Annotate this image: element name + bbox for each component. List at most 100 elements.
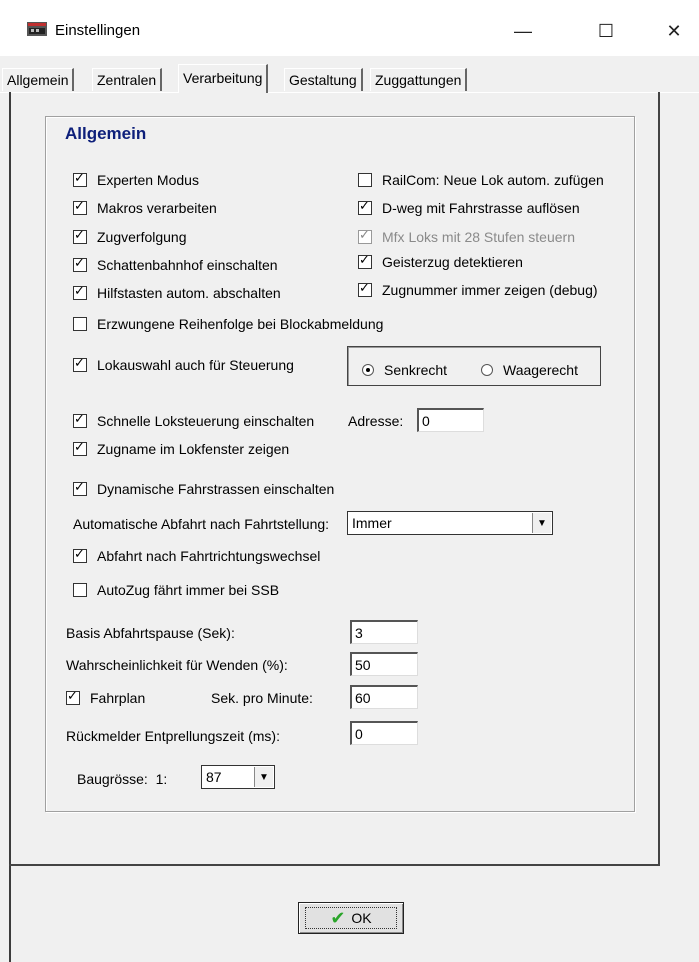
general-group-box bbox=[45, 116, 635, 812]
chevron-down-icon[interactable]: ▼ bbox=[254, 767, 273, 787]
checkbox-label: Dynamische Fahrstrassen einschalten bbox=[97, 481, 335, 497]
chevron-down-icon[interactable]: ▼ bbox=[532, 513, 551, 533]
turn-probability-label: Wahrscheinlichkeit für Wenden (%): bbox=[66, 657, 288, 673]
checkbox-show-train-number[interactable]: Zugnummer immer zeigen (debug) bbox=[358, 281, 598, 298]
checkbox-icon bbox=[73, 583, 87, 597]
checkbox-mfx-28-steps: Mfx Loks mit 28 Stufen steuern bbox=[358, 228, 575, 245]
checkbox-label: Erzwungene Reihenfolge bei Blockabmeldun… bbox=[97, 316, 384, 332]
checkbox-timetable[interactable]: Fahrplan bbox=[66, 689, 146, 706]
scale-label: Baugrösse: 1: bbox=[77, 771, 168, 787]
checkbox-direction-change[interactable]: Abfahrt nach Fahrtrichtungswechsel bbox=[73, 547, 321, 564]
address-label: Adresse: bbox=[348, 413, 404, 429]
checkbox-label: Geisterzug detektieren bbox=[382, 254, 523, 270]
checkbox-auxkeys-off[interactable]: Hilfstasten autom. abschalten bbox=[73, 284, 281, 301]
checkbox-icon bbox=[73, 356, 87, 372]
checkbox-ghost-train[interactable]: Geisterzug detektieren bbox=[358, 253, 523, 270]
checkbox-label: Schattenbahnhof einschalten bbox=[97, 257, 278, 273]
base-pause-input[interactable]: 3 bbox=[350, 620, 418, 644]
checkbox-train-name[interactable]: Zugname im Lokfenster zeigen bbox=[73, 440, 290, 457]
minimize-icon: — bbox=[514, 20, 532, 41]
checkbox-dynamic-routes[interactable]: Dynamische Fahrstrassen einschalten bbox=[73, 480, 335, 497]
secs-per-minute-label: Sek. pro Minute: bbox=[211, 690, 313, 706]
checkbox-railcom-autoadd[interactable]: RailCom: Neue Lok autom. zufügen bbox=[358, 172, 604, 188]
maximize-button[interactable]: ☐ bbox=[583, 14, 629, 48]
auto-departure-label: Automatische Abfahrt nach Fahrtstellung: bbox=[73, 516, 330, 532]
checkbox-label: Mfx Loks mit 28 Stufen steuern bbox=[382, 229, 575, 245]
checkbox-icon bbox=[73, 171, 87, 187]
maximize-icon: ☐ bbox=[597, 20, 615, 41]
checkbox-icon bbox=[358, 228, 372, 244]
debounce-input[interactable]: 0 bbox=[350, 721, 418, 745]
checkbox-icon bbox=[73, 547, 87, 563]
tab-divider bbox=[0, 92, 699, 93]
checkbox-dweg-resolve[interactable]: D-weg mit Fahrstrasse auflösen bbox=[358, 199, 580, 216]
checkbox-icon bbox=[73, 317, 87, 331]
radio-waagerecht[interactable]: Waagerecht bbox=[481, 362, 578, 378]
checkbox-label: AutoZug fährt immer bei SSB bbox=[97, 582, 280, 598]
checkbox-shadow-station[interactable]: Schattenbahnhof einschalten bbox=[73, 256, 278, 273]
checkbox-icon bbox=[358, 253, 372, 269]
scale-value: 87 bbox=[206, 769, 222, 785]
checkbox-icon bbox=[73, 412, 87, 428]
tab-page-bottom-edge bbox=[9, 864, 660, 866]
checkbox-icon bbox=[358, 281, 372, 297]
checkbox-label: Schnelle Loksteuerung einschalten bbox=[97, 413, 315, 429]
secs-per-minute-input[interactable]: 60 bbox=[350, 685, 418, 709]
checkbox-icon bbox=[73, 199, 87, 215]
checkbox-train-tracking[interactable]: Zugverfolgung bbox=[73, 228, 187, 245]
debounce-label: Rückmelder Entprellungszeit (ms): bbox=[66, 728, 280, 744]
radio-senkrecht[interactable]: Senkrecht bbox=[362, 362, 447, 378]
address-input[interactable]: 0 bbox=[417, 408, 484, 432]
checkbox-icon bbox=[73, 284, 87, 300]
tab-gestaltung[interactable]: Gestaltung bbox=[284, 68, 363, 91]
ok-button-label: OK bbox=[351, 910, 372, 926]
checkbox-label: D-weg mit Fahrstrasse auflösen bbox=[382, 200, 580, 216]
auto-departure-select[interactable]: Immer ▼ bbox=[347, 511, 553, 535]
checkbox-icon bbox=[73, 440, 87, 456]
base-pause-label: Basis Abfahrtspause (Sek): bbox=[66, 625, 235, 641]
tab-allgemein[interactable]: Allgemein bbox=[2, 68, 75, 91]
checkmark-icon: ✔ bbox=[330, 907, 346, 929]
window-left-edge bbox=[9, 92, 11, 962]
checkbox-process-macros[interactable]: Makros verarbeiten bbox=[73, 199, 217, 216]
radio-icon bbox=[362, 364, 374, 376]
checkbox-label: RailCom: Neue Lok autom. zufügen bbox=[382, 172, 604, 188]
checkbox-icon bbox=[358, 199, 372, 215]
auto-departure-value: Immer bbox=[352, 515, 392, 531]
checkbox-autozug-ssb[interactable]: AutoZug fährt immer bei SSB bbox=[73, 582, 279, 598]
tab-zuggattungen[interactable]: Zuggattungen bbox=[370, 68, 468, 91]
checkbox-label: Zugverfolgung bbox=[97, 229, 187, 245]
checkbox-icon bbox=[73, 228, 87, 244]
checkbox-label: Fahrplan bbox=[90, 690, 146, 706]
checkbox-label: Zugname im Lokfenster zeigen bbox=[97, 441, 290, 457]
checkbox-fast-control[interactable]: Schnelle Loksteuerung einschalten bbox=[73, 412, 315, 429]
app-window-icon bbox=[27, 22, 47, 36]
radio-icon bbox=[481, 364, 493, 376]
close-button[interactable]: ✕ bbox=[651, 14, 697, 48]
checkbox-forced-order[interactable]: Erzwungene Reihenfolge bei Blockabmeldun… bbox=[73, 316, 383, 332]
radio-label: Senkrecht bbox=[384, 362, 448, 378]
group-title: Allgemein bbox=[65, 124, 147, 143]
checkbox-loco-select[interactable]: Lokauswahl auch für Steuerung bbox=[73, 356, 294, 373]
close-icon: ✕ bbox=[666, 20, 682, 41]
minimize-button[interactable]: — bbox=[500, 14, 546, 48]
checkbox-icon bbox=[358, 173, 372, 187]
ok-button[interactable]: ✔ OK bbox=[298, 902, 404, 934]
checkbox-label: Hilfstasten autom. abschalten bbox=[97, 285, 281, 301]
checkbox-icon bbox=[73, 256, 87, 272]
checkbox-label: Lokauswahl auch für Steuerung bbox=[97, 357, 294, 373]
checkbox-icon bbox=[73, 480, 87, 496]
window-title: Einstellingen bbox=[55, 22, 141, 39]
ok-button-focus-ring: ✔ OK bbox=[305, 907, 397, 929]
tab-verarbeitung[interactable]: Verarbeitung bbox=[178, 64, 269, 93]
checkbox-label: Abfahrt nach Fahrtrichtungswechsel bbox=[97, 548, 321, 564]
checkbox-label: Makros verarbeiten bbox=[97, 200, 217, 216]
checkbox-expert-mode[interactable]: Experten Modus bbox=[73, 171, 199, 188]
tab-zentralen[interactable]: Zentralen bbox=[92, 68, 163, 91]
turn-probability-input[interactable]: 50 bbox=[350, 652, 418, 676]
radio-label: Waagerecht bbox=[503, 362, 578, 378]
checkbox-label: Zugnummer immer zeigen (debug) bbox=[382, 282, 598, 298]
checkbox-icon bbox=[66, 689, 80, 705]
checkbox-label: Experten Modus bbox=[97, 172, 199, 188]
scale-select[interactable]: 87 ▼ bbox=[201, 765, 275, 789]
